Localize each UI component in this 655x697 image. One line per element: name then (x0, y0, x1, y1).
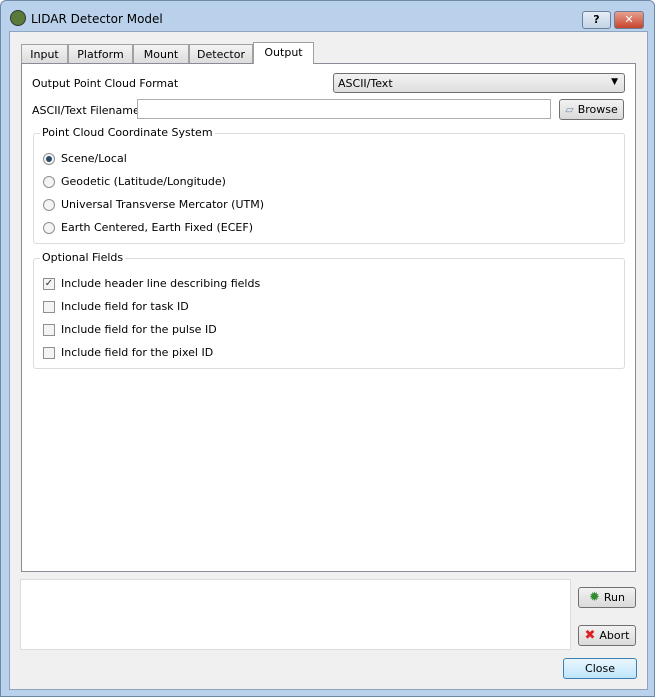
checkbox-pulse-id[interactable]: Include field for the pulse ID (43, 323, 217, 336)
checkbox-icon[interactable] (43, 346, 55, 359)
radio-label: Earth Centered, Earth Fixed (ECEF) (61, 221, 254, 234)
radio-icon[interactable] (43, 152, 55, 165)
close-button[interactable]: Close (563, 658, 637, 679)
tab-output[interactable]: Output (253, 42, 314, 64)
checkbox-label: Include field for task ID (61, 300, 189, 313)
radio-geodetic[interactable]: Geodetic (Latitude/Longitude) (43, 175, 226, 188)
tab-detector[interactable]: Detector (189, 44, 253, 63)
format-label: Output Point Cloud Format (32, 77, 179, 90)
checkbox-icon[interactable] (43, 323, 55, 336)
checkbox-pixel-id[interactable]: Include field for the pixel ID (43, 346, 213, 359)
coord-system-group: Point Cloud Coordinate System Scene/Loca… (33, 126, 625, 244)
checkbox-header-line[interactable]: ✓ Include header line describing fields (43, 277, 260, 290)
group-title: Point Cloud Coordinate System (40, 126, 215, 139)
gear-icon: ✹ (589, 590, 600, 605)
checkbox-icon[interactable] (43, 300, 55, 313)
group-title: Optional Fields (40, 251, 126, 264)
filename-label: ASCII/Text Filename (32, 104, 140, 117)
run-label: Run (603, 591, 625, 604)
radio-icon[interactable] (43, 221, 55, 234)
checkbox-label: Include field for the pixel ID (61, 346, 214, 359)
radio-label: Scene/Local (61, 152, 127, 165)
checkbox-icon[interactable]: ✓ (43, 277, 55, 290)
help-button[interactable]: ? (582, 11, 611, 29)
run-button[interactable]: ✹ Run (578, 587, 636, 608)
x-icon: ✖ (584, 628, 596, 643)
dialog-window: LIDAR Detector Model ? ✕ Input Platform … (0, 0, 655, 697)
log-output[interactable] (20, 579, 571, 650)
radio-scene-local[interactable]: Scene/Local (43, 152, 127, 165)
tab-mount[interactable]: Mount (133, 44, 189, 63)
radio-utm[interactable]: Universal Transverse Mercator (UTM) (43, 198, 264, 211)
folder-icon: ▱ (565, 103, 574, 116)
radio-ecef[interactable]: Earth Centered, Earth Fixed (ECEF) (43, 221, 253, 234)
tab-input[interactable]: Input (21, 44, 68, 63)
checkbox-task-id[interactable]: Include field for task ID (43, 300, 189, 313)
chevron-down-icon: ▼ (611, 77, 618, 87)
checkbox-label: Include header line describing fields (61, 277, 261, 290)
radio-label: Universal Transverse Mercator (UTM) (61, 198, 265, 211)
radio-icon[interactable] (43, 175, 55, 188)
browse-label: Browse (577, 103, 618, 116)
browse-button[interactable]: ▱ Browse (559, 99, 624, 120)
close-window-button[interactable]: ✕ (614, 11, 644, 29)
window-title: LIDAR Detector Model (31, 12, 163, 26)
radio-icon[interactable] (43, 198, 55, 211)
format-value: ASCII/Text (338, 77, 393, 90)
checkbox-label: Include field for the pulse ID (61, 323, 217, 336)
optional-fields-group: Optional Fields ✓ Include header line des… (33, 251, 625, 369)
client-area: Input Platform Mount Detector Output Out… (9, 31, 648, 690)
app-icon (10, 10, 26, 26)
format-select[interactable]: ASCII/Text ▼ (333, 73, 625, 93)
tab-platform[interactable]: Platform (68, 44, 133, 63)
radio-label: Geodetic (Latitude/Longitude) (61, 175, 226, 188)
abort-label: Abort (599, 629, 630, 642)
output-pane: Output Point Cloud Format ASCII/Text ▼ AS… (21, 63, 636, 572)
filename-input[interactable] (137, 99, 551, 119)
abort-button[interactable]: ✖ Abort (578, 625, 636, 646)
